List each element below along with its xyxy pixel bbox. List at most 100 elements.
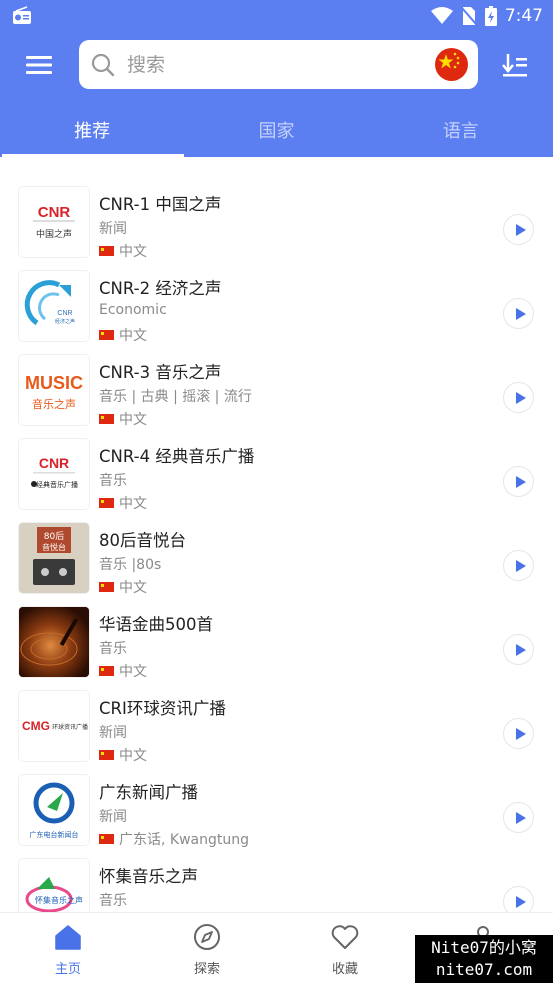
svg-text:CNR: CNR xyxy=(57,310,72,317)
play-button[interactable] xyxy=(503,214,534,245)
svg-text:音乐之声: 音乐之声 xyxy=(32,397,76,411)
china-flag-icon xyxy=(438,52,460,69)
station-logo: MUSIC 音乐之声 xyxy=(19,355,89,425)
station-language: 中文 xyxy=(99,241,147,261)
search-icon xyxy=(91,53,115,77)
station-genre: 新闻 xyxy=(99,809,127,825)
station-genre: 音乐 |80s xyxy=(99,557,162,573)
china-flag-icon xyxy=(99,582,114,592)
station-logo: CNR 经典音乐广播 xyxy=(19,439,89,509)
china-flag-icon xyxy=(99,834,114,844)
station-logo xyxy=(19,607,89,677)
nav-explore[interactable]: 探索 xyxy=(157,913,257,983)
play-button[interactable] xyxy=(503,802,534,833)
station-title: 怀集音乐之声 xyxy=(99,867,198,886)
tab-country[interactable]: 国家 xyxy=(184,107,368,157)
station-item[interactable]: MUSIC 音乐之声 CNR-3 音乐之声 音乐 | 古典 | 摇滚 | 流行 … xyxy=(0,349,553,429)
language-label: 中文 xyxy=(119,412,147,428)
play-button[interactable] xyxy=(503,466,534,497)
language-label: 中文 xyxy=(119,328,147,344)
station-language: 中文 xyxy=(99,661,147,681)
watermark-line1: Nite07的小窝 xyxy=(431,938,537,957)
radio-app-icon xyxy=(13,6,31,24)
station-title: CNR-2 经济之声 xyxy=(99,279,222,298)
station-logo: 广东电台新闻台 xyxy=(19,775,89,845)
nav-home[interactable]: 主页 xyxy=(18,913,118,983)
station-language: 中文 xyxy=(99,409,147,429)
language-label: 中文 xyxy=(119,664,147,680)
china-flag-icon xyxy=(99,330,114,340)
language-label: 中文 xyxy=(119,496,147,512)
language-label: 中文 xyxy=(119,748,147,764)
svg-text:CNR: CNR xyxy=(39,455,69,471)
sort-download-icon[interactable] xyxy=(501,50,531,80)
station-item[interactable]: CMG 环球资讯广播 CRI环球资讯广播 新闻 中文 xyxy=(0,685,553,765)
station-logo: CNR 中国之声 xyxy=(19,187,89,257)
no-sim-icon xyxy=(461,7,477,25)
language-label: 广东话, Kwangtung xyxy=(119,832,249,848)
station-title: 80后音悦台 xyxy=(99,531,186,550)
station-list: CNR 中国之声 CNR-1 中国之声 新闻 中文 CNR 经济之声 CNR-2… xyxy=(0,175,553,912)
station-item[interactable]: 80后 音悦台 80后音悦台 音乐 |80s 中文 xyxy=(0,517,553,597)
svg-text:广东电台新闻台: 广东电台新闻台 xyxy=(30,830,79,839)
search-bar[interactable] xyxy=(79,40,478,89)
menu-icon[interactable] xyxy=(24,50,54,80)
play-button[interactable] xyxy=(503,298,534,329)
svg-text:怀集音乐之声: 怀集音乐之声 xyxy=(35,895,83,905)
nav-favorites-label: 收藏 xyxy=(331,962,358,977)
watermark-line2: nite07.com xyxy=(435,960,533,979)
search-input[interactable] xyxy=(127,48,427,81)
station-genre: 新闻 xyxy=(99,221,127,237)
station-title: 广东新闻广播 xyxy=(99,783,198,802)
station-genre: 音乐 | 古典 | 摇滚 | 流行 xyxy=(99,389,252,405)
china-flag-icon xyxy=(99,246,114,256)
station-item[interactable]: 怀集音乐之声 怀集音乐之声 音乐 xyxy=(0,853,553,912)
play-button[interactable] xyxy=(503,382,534,413)
station-genre: 音乐 xyxy=(99,641,127,657)
china-flag-icon xyxy=(99,414,114,424)
station-language: 中文 xyxy=(99,325,147,345)
station-item[interactable]: 华语金曲500首 音乐 中文 xyxy=(0,601,553,681)
svg-text:环球资讯广播: 环球资讯广播 xyxy=(52,723,88,731)
station-language: 中文 xyxy=(99,493,147,513)
heart-icon xyxy=(331,925,359,949)
tab-recommend[interactable]: 推荐 xyxy=(0,107,185,157)
svg-text:CMG: CMG xyxy=(22,719,50,733)
nav-favorites[interactable]: 收藏 xyxy=(295,913,395,983)
station-logo: 怀集音乐之声 xyxy=(19,859,89,912)
watermark: Nite07的小窝 nite07.com xyxy=(415,935,553,983)
station-title: CNR-4 经典音乐广播 xyxy=(99,447,255,466)
status-time: 7:47 xyxy=(504,6,543,26)
play-button[interactable] xyxy=(503,886,534,912)
station-language: 中文 xyxy=(99,577,147,597)
nav-home-label: 主页 xyxy=(54,962,81,977)
app-header: 推荐 国家 语言 xyxy=(0,32,553,157)
station-logo: CNR 经济之声 xyxy=(19,271,89,341)
svg-text:MUSIC: MUSIC xyxy=(25,373,83,393)
tab-language[interactable]: 语言 xyxy=(369,107,553,157)
svg-text:中国之声: 中国之声 xyxy=(36,228,72,240)
play-button[interactable] xyxy=(503,718,534,749)
station-genre: 新闻 xyxy=(99,725,127,741)
station-item[interactable]: 广东电台新闻台 广东新闻广播 新闻 广东话, Kwangtung xyxy=(0,769,553,849)
svg-text:音悦台: 音悦台 xyxy=(42,542,66,552)
station-title: CNR-1 中国之声 xyxy=(99,195,222,214)
station-genre: Economic xyxy=(99,302,167,318)
compass-icon xyxy=(194,924,220,950)
language-label: 中文 xyxy=(119,244,147,260)
battery-charging-icon xyxy=(484,6,497,26)
play-button[interactable] xyxy=(503,550,534,581)
country-flag-button[interactable] xyxy=(435,48,468,81)
station-item[interactable]: CNR 经济之声 CNR-2 经济之声 Economic 中文 xyxy=(0,265,553,345)
station-item[interactable]: CNR 中国之声 CNR-1 中国之声 新闻 中文 xyxy=(0,181,553,261)
language-label: 中文 xyxy=(119,580,147,596)
station-title: CNR-3 音乐之声 xyxy=(99,363,222,382)
station-item[interactable]: CNR 经典音乐广播 CNR-4 经典音乐广播 音乐 中文 xyxy=(0,433,553,513)
home-icon xyxy=(55,925,81,950)
svg-text:经典音乐广播: 经典音乐广播 xyxy=(36,480,78,489)
nav-explore-label: 探索 xyxy=(193,962,220,977)
station-title: CRI环球资讯广播 xyxy=(99,699,226,718)
china-flag-icon xyxy=(99,498,114,508)
station-logo: CMG 环球资讯广播 xyxy=(19,691,89,761)
play-button[interactable] xyxy=(503,634,534,665)
